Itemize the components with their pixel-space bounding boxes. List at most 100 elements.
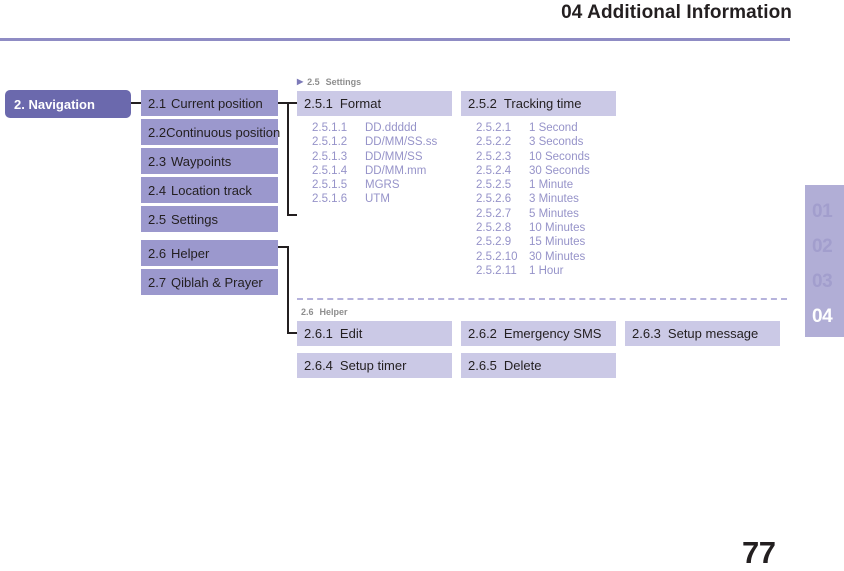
format-option[interactable]: 2.5.1.1 DD.ddddd	[312, 121, 437, 135]
tracking-time-option-list: 2.5.2.1 1 Second 2.5.2.2 3 Seconds 2.5.2.3 10…	[476, 121, 590, 278]
content-box-label: Tracking time	[503, 96, 582, 111]
tracking-time-option[interactable]: 2.5.2.7 5 Minutes	[476, 207, 590, 221]
helper-bracket-connector	[278, 246, 297, 334]
triangle-right-icon: ▶	[297, 77, 304, 86]
sidebar-item-helper[interactable]: 2.6 Helper	[141, 240, 278, 266]
bracket-arm-bottom	[287, 214, 297, 216]
settings-bracket-connector	[278, 102, 297, 216]
option-number: 2.5.2.10	[476, 250, 518, 263]
content-box-label: Emergency SMS	[503, 326, 602, 341]
format-option-list: 2.5.1.1 DD.ddddd 2.5.1.2 DD/MM/SS.ss 2.5.1.3…	[312, 121, 437, 207]
chapter-tab-04[interactable]: 04	[812, 307, 833, 326]
option-number: 2.5.2.5	[476, 179, 512, 192]
option-label: 1 Minute	[529, 179, 574, 192]
sidebar-item-label: Settings	[171, 211, 218, 227]
option-label: 30 Seconds	[529, 164, 590, 177]
option-label: UTM	[365, 193, 390, 206]
content-box-number: 2.5.2	[468, 96, 497, 111]
content-box-delete[interactable]: 2.6.5 Delete	[461, 353, 616, 378]
navigation-menu-list: 2.1 Current position 2.2 Continuous posi…	[141, 90, 281, 298]
option-label: 3 Seconds	[529, 136, 584, 149]
chapter-block[interactable]: 2. Navigation	[5, 90, 131, 118]
option-number: 2.5.2.7	[476, 207, 512, 220]
chapter-tab-02[interactable]: 02	[812, 237, 833, 256]
page-number: 77	[742, 535, 776, 570]
sidebar-item-number: 2.2	[148, 124, 167, 140]
option-number: 2.5.1.2	[312, 136, 348, 149]
option-number: 2.5.1.3	[312, 150, 348, 163]
content-box-label: Edit	[339, 326, 363, 341]
content-box-setup-message[interactable]: 2.6.3 Setup message	[625, 321, 780, 346]
bracket-arm-top	[278, 246, 289, 248]
chapter-tab-03[interactable]: 03	[812, 272, 833, 291]
bracket-arm-top	[287, 102, 297, 104]
option-label: DD/MM.mm	[365, 164, 427, 177]
sidebar-item-label: Helper	[171, 245, 210, 261]
sidebar-item-number: 2.1	[148, 95, 167, 111]
sidebar-item-number: 2.6	[148, 245, 167, 261]
tracking-time-option[interactable]: 2.5.2.11 1 Hour	[476, 264, 590, 278]
content-box-label: Format	[339, 96, 382, 111]
content-box-number: 2.6.3	[632, 326, 661, 341]
tracking-time-option[interactable]: 2.5.2.3 10 Seconds	[476, 150, 590, 164]
tracking-time-option[interactable]: 2.5.2.8 10 Minutes	[476, 221, 590, 235]
sidebar-item-number: 2.7	[148, 274, 167, 290]
tracking-time-option[interactable]: 2.5.2.9 15 Minutes	[476, 235, 590, 249]
content-box-label: Setup timer	[339, 358, 407, 373]
option-number: 2.5.1.5	[312, 179, 348, 192]
option-number: 2.5.1.1	[312, 122, 348, 134]
option-label: 10 Minutes	[529, 222, 586, 235]
section-dashed-divider	[297, 298, 787, 300]
sidebar-item-location-track[interactable]: 2.4 Location track	[141, 177, 278, 203]
option-number: 2.5.2.8	[476, 222, 512, 235]
content-box-number: 2.6.4	[304, 358, 333, 373]
sidebar-item-label: Current position	[171, 95, 263, 111]
format-option[interactable]: 2.5.1.5 MGRS	[312, 178, 437, 192]
sidebar-item-number: 2.5	[148, 211, 167, 227]
format-option[interactable]: 2.5.1.4 DD/MM.mm	[312, 164, 437, 178]
sidebar-item-current-position[interactable]: 2.1 Current position	[141, 90, 278, 116]
format-option[interactable]: 2.5.1.3 DD/MM/SS	[312, 150, 437, 164]
sidebar-item-continuous-position[interactable]: 2.2 Continuous position	[141, 119, 281, 145]
chapter-tab-strip: 01 02 03 04	[805, 185, 844, 337]
tracking-time-option[interactable]: 2.5.2.1 1 Second	[476, 121, 590, 135]
sidebar-item-settings[interactable]: 2.5 Settings	[141, 206, 278, 232]
option-number: 2.5.2.4	[476, 164, 512, 177]
group-caption-label: Settings	[325, 77, 362, 87]
content-box-number: 2.5.1	[304, 96, 333, 111]
tracking-time-option[interactable]: 2.5.2.2 3 Seconds	[476, 135, 590, 149]
option-number: 2.5.1.4	[312, 164, 348, 177]
page-title: 04 Additional Information	[561, 2, 792, 23]
content-box-edit[interactable]: 2.6.1 Edit	[297, 321, 452, 346]
option-label: DD.ddddd	[365, 122, 417, 134]
group-caption-label: Helper	[319, 307, 348, 317]
group-caption-number: 2.6	[301, 307, 314, 317]
chapter-tab-01[interactable]: 01	[812, 202, 833, 221]
content-box-tracking-time[interactable]: 2.5.2 Tracking time	[461, 91, 616, 116]
tracking-time-option[interactable]: 2.5.2.4 30 Seconds	[476, 164, 590, 178]
option-number: 2.5.1.6	[312, 193, 348, 206]
option-label: DD/MM/SS.ss	[365, 136, 438, 149]
format-option[interactable]: 2.5.1.2 DD/MM/SS.ss	[312, 135, 437, 149]
sidebar-item-waypoints[interactable]: 2.3 Waypoints	[141, 148, 278, 174]
tracking-time-option[interactable]: 2.5.2.10 30 Minutes	[476, 250, 590, 264]
tracking-time-option[interactable]: 2.5.2.5 1 Minute	[476, 178, 590, 192]
tracking-time-option[interactable]: 2.5.2.6 3 Minutes	[476, 192, 590, 206]
content-box-label: Delete	[503, 358, 542, 373]
bracket-arm-bottom	[287, 332, 297, 334]
content-box-format[interactable]: 2.5.1 Format	[297, 91, 452, 116]
content-box-number: 2.6.5	[468, 358, 497, 373]
sidebar-item-qiblah-and-prayer[interactable]: 2.7 Qiblah & Prayer	[141, 269, 278, 295]
option-number: 2.5.2.9	[476, 236, 512, 249]
sidebar-item-label: Continuous position	[166, 124, 281, 140]
option-number: 2.5.2.1	[476, 122, 512, 134]
content-box-emergency-sms[interactable]: 2.6.2 Emergency SMS	[461, 321, 616, 346]
format-option[interactable]: 2.5.1.6 UTM	[312, 192, 437, 206]
group-caption-settings: ▶ 2.5 Settings	[297, 77, 361, 87]
content-box-setup-timer[interactable]: 2.6.4 Setup timer	[297, 353, 452, 378]
option-label: DD/MM/SS	[365, 150, 423, 163]
sidebar-item-label: Qiblah & Prayer	[171, 274, 263, 290]
header-divider	[0, 38, 790, 41]
option-label: 1 Hour	[529, 264, 564, 277]
group-caption-number: 2.5	[307, 77, 320, 87]
